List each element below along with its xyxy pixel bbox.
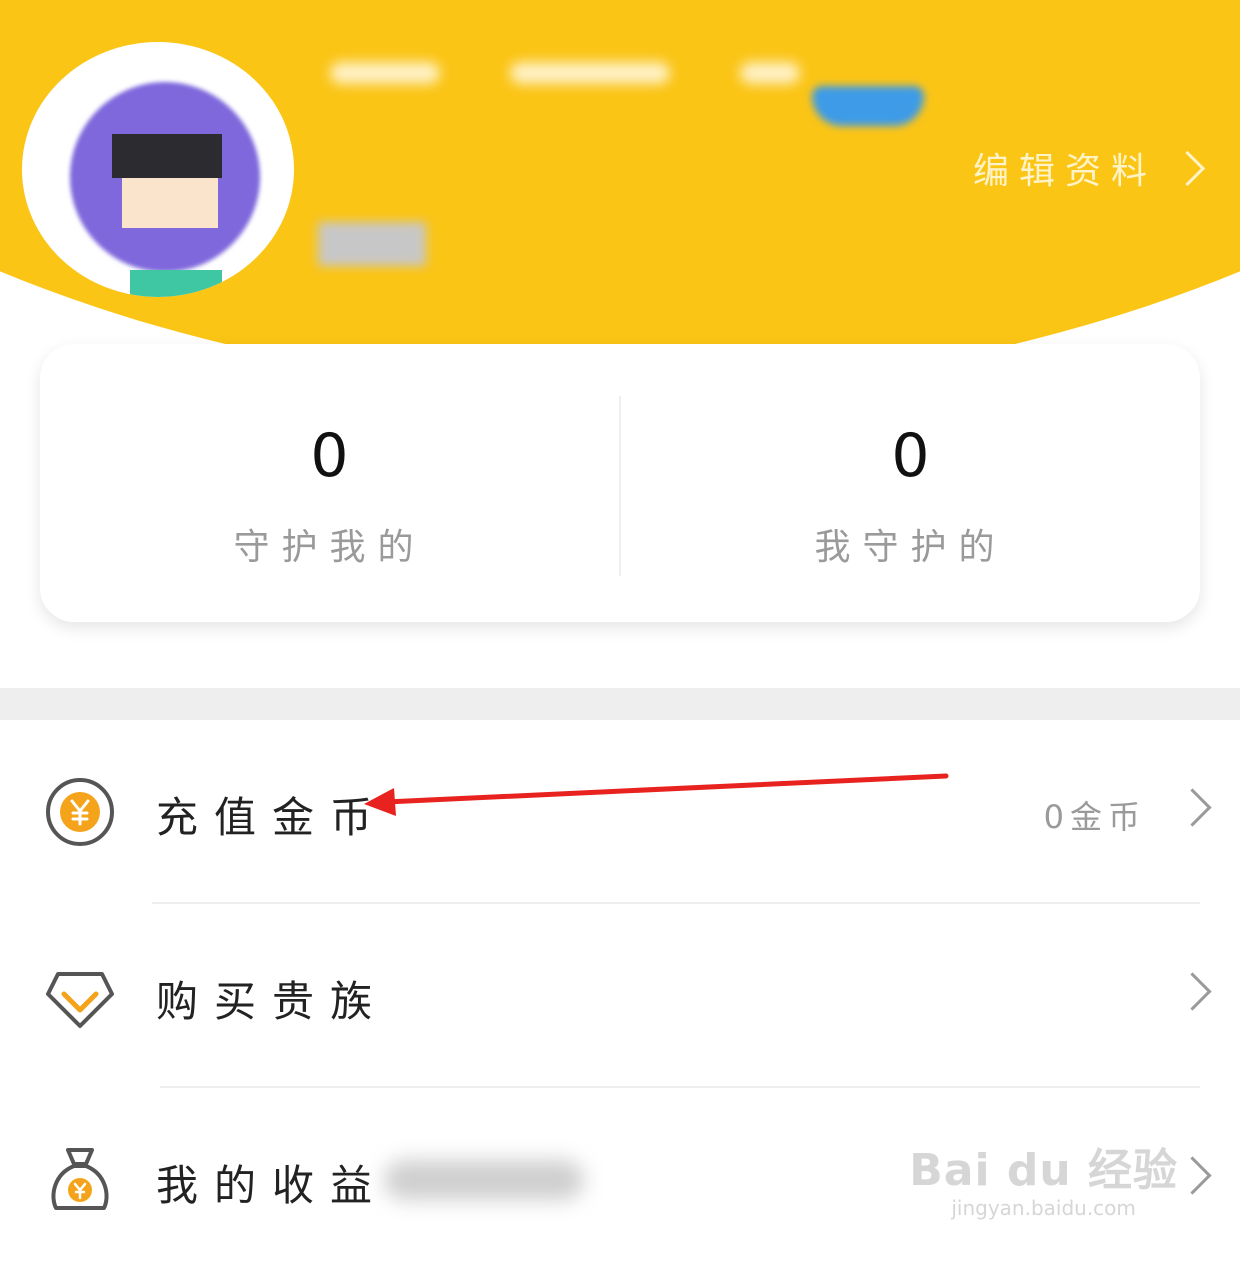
yuan-coin-icon — [46, 778, 114, 846]
chevron-right-icon — [1169, 150, 1206, 186]
avatar-hair — [112, 134, 222, 178]
blurred-username — [330, 62, 440, 84]
stat-i-guard[interactable]: 0 我守护的 — [621, 344, 1200, 622]
avatar-skin — [122, 178, 218, 228]
diamond-icon — [46, 972, 114, 1028]
stat-label: 守护我的 — [233, 527, 426, 568]
chevron-right-icon — [1173, 788, 1212, 827]
section-gap — [0, 688, 1240, 720]
stat-value: 0 — [891, 421, 930, 491]
blurred-user-tag — [318, 222, 426, 266]
annotation-arrow — [364, 773, 949, 816]
blurred-username — [740, 62, 800, 84]
blurred-earnings — [384, 1160, 584, 1200]
money-bag-icon — [51, 1148, 109, 1210]
chevron-right-icon — [1173, 972, 1212, 1011]
level-badge — [812, 86, 924, 126]
menu-item-title: 购买贵族 — [156, 977, 389, 1026]
edit-profile-link[interactable]: 编辑资料 — [972, 145, 1206, 192]
avatar[interactable] — [22, 42, 294, 297]
guard-stats-card: 0 守护我的 0 我守护的 — [40, 344, 1200, 622]
avatar-collar — [130, 270, 222, 297]
watermark-url: jingyan.baidu.com — [951, 1196, 1136, 1220]
stat-label: 我守护的 — [814, 527, 1007, 568]
blurred-username — [510, 62, 670, 84]
chevron-right-icon — [1173, 1156, 1212, 1195]
baidu-watermark: Bai du 经验 jingyan.baidu.com — [909, 1148, 1178, 1222]
stat-guarding-me[interactable]: 0 守护我的 — [40, 344, 619, 622]
menu-item-title: 我的收益 — [156, 1161, 389, 1210]
menu-item-buy-nobility[interactable]: 购买贵族 — [0, 904, 1240, 1084]
coin-balance: 0金币 — [1043, 798, 1146, 836]
stat-value: 0 — [310, 421, 349, 491]
menu-item-title: 充值金币 — [156, 793, 389, 842]
watermark-logo: Bai du 经验 — [909, 1145, 1178, 1196]
edit-profile-label: 编辑资料 — [972, 151, 1157, 192]
